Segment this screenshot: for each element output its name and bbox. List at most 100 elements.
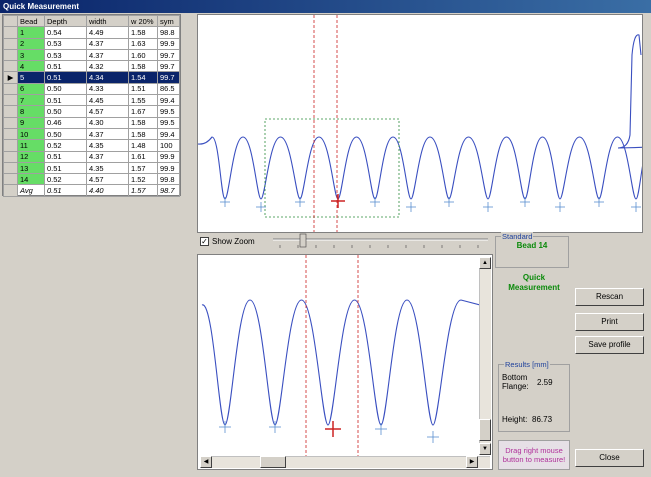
bead-marker [520,197,530,207]
table-row[interactable]: 1 0.54 4.49 1.58 98.8 [3,26,180,39]
scroll-vertical-thumb[interactable] [479,419,491,441]
mode-label: Quick Measurement [508,273,560,292]
table-cell: 0.51 [44,161,87,175]
table-cell: 4.32 [86,60,129,73]
window-title: Quick Measurement [0,0,651,13]
table-cell: 0.52 [44,173,87,186]
bead-marker [444,197,454,207]
table-cell: 1.48 [128,139,158,152]
table-row[interactable]: 13 0.51 4.35 1.57 99.9 [3,161,180,175]
row-indicator [3,127,18,141]
table-cell: 99.7 [157,48,180,62]
bead-marker [256,202,266,212]
table-row[interactable]: 4 0.51 4.32 1.58 99.7 [3,60,180,73]
table-cell: 99.4 [157,94,180,107]
table-cell: 0.51 [44,60,87,73]
bead-marker [220,197,230,207]
table-cell: 1 [17,26,45,39]
standard-group: Standard Bead 14 [495,232,569,268]
table-cell: 6 [17,82,45,96]
table-row[interactable]: 9 0.46 4.30 1.58 99.5 [3,116,180,129]
table-cell: 0.51 [44,150,87,163]
column-header[interactable]: width [86,14,129,28]
row-indicator [3,60,18,73]
bottom-flange-value: 2.59 [537,378,553,387]
avg-cell: 98.7 [157,184,180,197]
row-indicator [3,139,18,152]
close-button[interactable]: Close [575,449,644,467]
table-row[interactable]: 12 0.51 4.37 1.61 99.9 [3,150,180,163]
table-cell: 1.61 [128,150,158,163]
save-profile-button[interactable]: Save profile [575,336,644,354]
scroll-up-arrow[interactable]: ▲ [479,257,491,269]
bead-marker [555,202,565,212]
profile-overview-panel[interactable] [197,14,643,233]
zoom-selected-bead-marker [325,421,341,437]
table-row[interactable]: 8 0.50 4.57 1.67 99.5 [3,105,180,118]
bead-marker [295,197,305,207]
avg-row: Avg 0.51 4.40 1.57 98.7 [3,184,180,197]
scroll-horizontal-thumb[interactable] [260,456,286,468]
table-cell: 4.57 [86,173,129,186]
table-cell: 0.53 [44,37,87,50]
profile-zoom-chart [201,255,480,457]
table-cell: 1.58 [128,26,158,39]
table-cell: 4.34 [86,71,129,84]
table-row[interactable]: 11 0.52 4.35 1.48 100 [3,139,180,152]
zoom-vertical-scrollbar[interactable]: ▲ ▼ [479,257,491,455]
table-cell: 99.4 [157,127,180,141]
show-zoom-checkbox[interactable]: ✓ Show Zoom [200,237,255,246]
scroll-right-arrow[interactable]: ▶ [466,456,478,468]
table-cell: 100 [157,139,180,152]
print-button[interactable]: Print [575,313,644,331]
table-cell: 4.35 [86,139,129,152]
zoom-horizontal-scrollbar[interactable]: ◀ ▶ [200,456,490,468]
table-row[interactable]: 7 0.51 4.45 1.55 99.4 [3,94,180,107]
results-title: Results [mm] [504,360,550,369]
checkbox-box[interactable]: ✓ [200,237,209,246]
zoom-slider[interactable] [268,233,493,251]
table-row[interactable]: 10 0.50 4.37 1.58 99.4 [3,127,180,141]
table-cell: 99.5 [157,116,180,129]
table-row[interactable]: 14 0.52 4.57 1.52 99.8 [3,173,180,186]
scroll-left-arrow[interactable]: ◀ [200,456,212,468]
bead-table[interactable]: Bead Depth width w 20% sym 1 0.54 4.49 1.58 98.8… [2,14,181,197]
table-cell: 4.37 [86,127,129,141]
rescan-button[interactable]: Rescan [575,288,644,306]
table-cell: 4.57 [86,105,129,118]
table-cell: 1.58 [128,116,158,129]
show-zoom-label: Show Zoom [212,237,255,246]
row-indicator [3,82,18,96]
table-cell: 99.7 [157,60,180,73]
scroll-down-arrow[interactable]: ▼ [479,443,491,455]
table-row[interactable]: ▶ 5 0.51 4.34 1.54 99.7 [3,71,180,84]
table-cell: 4.33 [86,82,129,96]
column-header[interactable]: Bead [17,14,45,28]
table-cell: 99.9 [157,161,180,175]
table-cell: 0.50 [44,127,87,141]
row-indicator [3,26,18,39]
standard-value: Bead 14 [516,241,548,250]
table-cell: 13 [17,161,45,175]
table-cell: 3 [17,48,45,62]
measure-hint: Drag right mouse button to measure! [498,440,570,470]
table-cell: 10 [17,127,45,141]
profile-zoom-panel[interactable] [197,254,493,470]
table-cell: 8 [17,105,45,118]
bead-marker [406,202,416,212]
avg-cell: 1.57 [128,184,158,197]
column-header[interactable]: w 20% [128,14,158,28]
column-header[interactable]: Depth [44,14,87,28]
table-row[interactable]: 3 0.53 4.37 1.60 99.7 [3,48,180,62]
bead-marker [594,197,604,207]
table-cell: 99.9 [157,150,180,163]
table-cell: 1.60 [128,48,158,62]
column-header[interactable]: sym [157,14,180,28]
table-row[interactable]: 2 0.53 4.37 1.63 99.9 [3,37,180,50]
table-cell: 9 [17,116,45,129]
table-cell: 0.52 [44,139,87,152]
table-row[interactable]: 6 0.50 4.33 1.51 86.5 [3,82,180,96]
table-cell: 1.58 [128,127,158,141]
row-indicator [3,48,18,62]
table-cell: 99.9 [157,37,180,50]
